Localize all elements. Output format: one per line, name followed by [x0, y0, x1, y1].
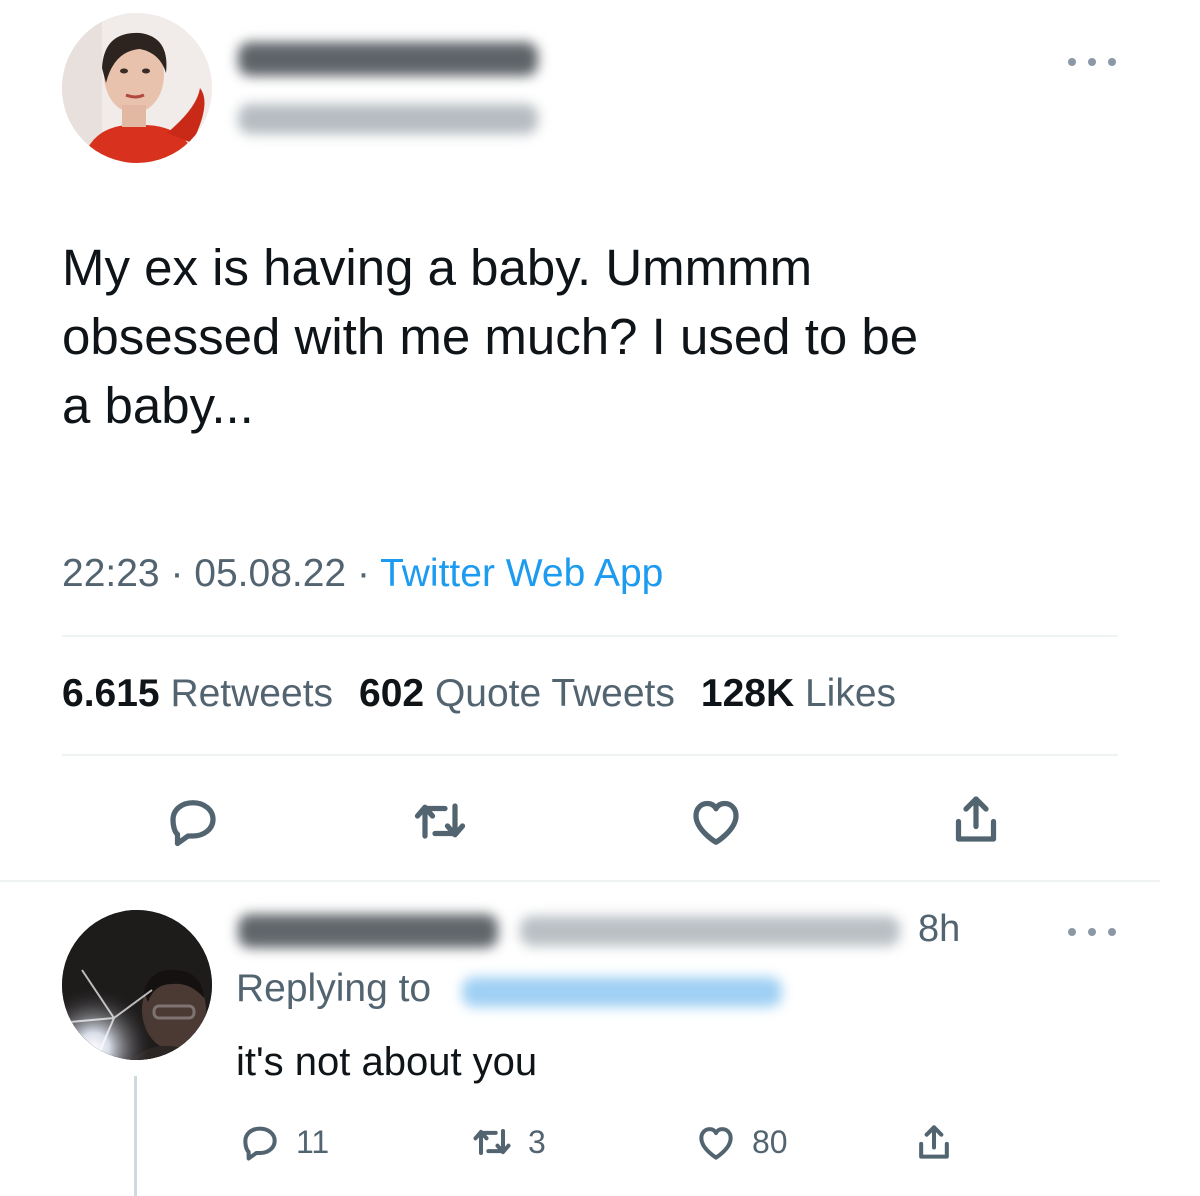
- reply-time[interactable]: 8h: [918, 908, 960, 951]
- share-icon[interactable]: [946, 789, 1006, 849]
- retweets-stat[interactable]: 6.615 Retweets: [62, 672, 333, 715]
- more-options-icon[interactable]: [1062, 52, 1122, 72]
- tweet-date[interactable]: 05.08.22: [194, 552, 346, 595]
- like-count: 80: [752, 1123, 788, 1160]
- author-avatar[interactable]: [62, 13, 212, 163]
- like-icon[interactable]: [686, 791, 746, 851]
- tweet-source[interactable]: Twitter Web App: [380, 552, 663, 595]
- replying-to-label: Replying to: [236, 967, 432, 1010]
- meta-separator: ·: [170, 552, 184, 595]
- reply-author-avatar[interactable]: [62, 910, 212, 1060]
- divider: [62, 754, 1118, 756]
- quotes-stat[interactable]: 602 Quote Tweets: [359, 672, 675, 715]
- divider: [0, 880, 1160, 882]
- tweet-meta: 22:23 · 05.08.22 · Twitter Web App: [62, 552, 663, 596]
- reply-count: 11: [296, 1123, 330, 1160]
- thread-line: [134, 1076, 137, 1196]
- like-icon: [699, 1127, 733, 1160]
- reply-text: it's not about you: [236, 1040, 538, 1084]
- reply-author-handle-redacted[interactable]: [520, 916, 900, 946]
- reply-icon: [243, 1126, 277, 1161]
- meta-separator: ·: [356, 552, 370, 595]
- replying-to-handle-redacted[interactable]: [462, 977, 782, 1007]
- retweet-count: 3: [528, 1123, 546, 1160]
- divider: [62, 635, 1118, 637]
- reply-reply-action[interactable]: 11: [238, 1120, 329, 1164]
- reply-share-action[interactable]: [912, 1120, 956, 1164]
- author-handle-redacted[interactable]: [238, 104, 538, 134]
- tweet-stats: 6.615 Retweets 602 Quote Tweets 128K Likes: [62, 672, 896, 716]
- share-icon: [919, 1125, 949, 1159]
- likes-stat[interactable]: 128K Likes: [701, 672, 896, 715]
- retweet-icon: [473, 1128, 511, 1156]
- reply-retweet-action[interactable]: 3: [470, 1120, 546, 1164]
- retweet-icon[interactable]: [410, 791, 470, 851]
- reply-more-options-icon[interactable]: [1062, 922, 1122, 942]
- tweet-time[interactable]: 22:23: [62, 552, 160, 595]
- author-name-redacted[interactable]: [238, 42, 538, 76]
- reply-like-action[interactable]: 80: [694, 1120, 788, 1164]
- reply-icon[interactable]: [163, 791, 223, 851]
- tweet-text: My ex is having a baby. Ummmm obsessed w…: [62, 239, 919, 434]
- reply-author-name-redacted[interactable]: [238, 914, 498, 948]
